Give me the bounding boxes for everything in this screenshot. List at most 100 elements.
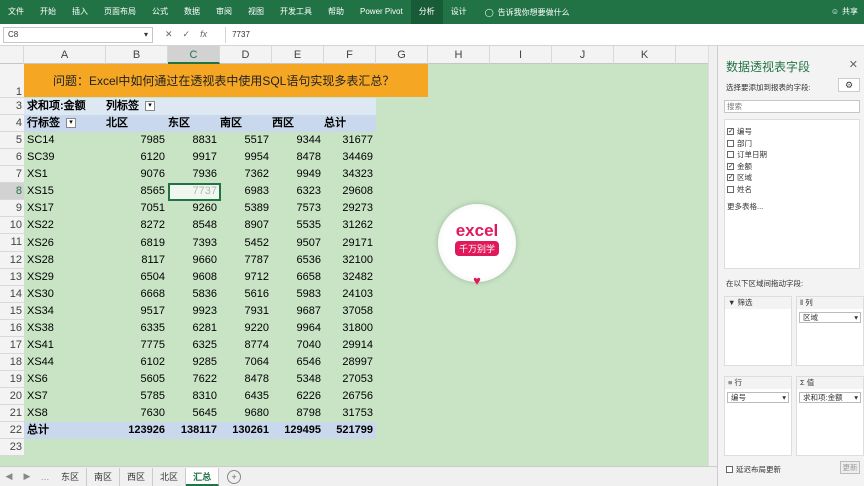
tab-help[interactable]: 帮助 [320, 0, 352, 24]
row-item-label[interactable]: XS1 [24, 166, 106, 183]
field-item[interactable]: ✓ 区域 [727, 172, 859, 184]
defer-update-option[interactable]: 延迟布局更新 [726, 464, 781, 475]
sheet-tab-west[interactable]: 西区 [120, 467, 154, 486]
tab-design[interactable]: 设计 [443, 0, 475, 24]
value-cell[interactable]: 9285 [168, 354, 220, 371]
row-header[interactable]: 15 [0, 302, 24, 320]
share-button[interactable]: ☺ 共享 [831, 0, 858, 24]
value-cell[interactable]: 5517 [220, 132, 272, 149]
row-header[interactable]: 23 [0, 439, 24, 457]
row-field-chip[interactable]: 编号 ▾ [727, 392, 789, 403]
function-icon[interactable]: fx [200, 29, 207, 40]
prev-sheet-icon[interactable]: ◀ [0, 471, 18, 482]
value-cell[interactable]: 9344 [272, 132, 324, 149]
row-item-label[interactable]: XS15 [24, 183, 106, 200]
row-header[interactable]: 9 [0, 200, 24, 218]
columns-area[interactable]: ‖ 列区域 ▾ [796, 296, 864, 366]
value-cell[interactable]: 9917 [168, 149, 220, 166]
tab-page-layout[interactable]: 页面布局 [96, 0, 144, 24]
value-cell[interactable]: 32100 [324, 252, 376, 269]
value-cell[interactable]: 5348 [272, 371, 324, 388]
confirm-icon[interactable]: ✓ [183, 29, 191, 40]
gear-icon[interactable]: ⚙ [838, 78, 860, 92]
column-header[interactable]: H [428, 46, 490, 64]
row-item-label[interactable]: XS28 [24, 252, 106, 269]
worksheet-grid[interactable]: A B C D E F G H I J K 123456789101112131… [0, 46, 708, 466]
value-cell[interactable]: 6504 [106, 269, 168, 286]
value-cell[interactable]: 9687 [272, 303, 324, 320]
column-label-cell[interactable]: 列标签 ▾ [106, 98, 168, 115]
values-area[interactable]: Σ 值求和项:金额 ▾ [796, 376, 864, 456]
row-label-cell[interactable]: 行标签 ▾ [24, 115, 106, 132]
row-item-label[interactable]: XS30 [24, 286, 106, 303]
value-cell[interactable]: 8478 [272, 149, 324, 166]
row-item-label[interactable]: XS17 [24, 200, 106, 217]
row-header[interactable]: 18 [0, 353, 24, 371]
row-header[interactable]: 10 [0, 217, 24, 235]
column-header-cell[interactable]: 南区 [220, 115, 272, 132]
field-checkbox[interactable]: ✓ [727, 128, 734, 136]
value-cell[interactable]: 6335 [106, 320, 168, 337]
value-cell[interactable]: 5645 [168, 405, 220, 422]
row-header[interactable]: 5 [0, 132, 24, 150]
row-item-label[interactable]: XS8 [24, 405, 106, 422]
select-all-corner[interactable] [0, 46, 24, 64]
value-cell[interactable]: 7936 [168, 166, 220, 183]
value-cell[interactable]: 28997 [324, 354, 376, 371]
column-header[interactable]: D [220, 46, 272, 64]
sheet-tab-north[interactable]: 北区 [153, 467, 187, 486]
value-cell[interactable]: 8117 [106, 252, 168, 269]
value-cell[interactable]: 7040 [272, 337, 324, 354]
value-cell[interactable]: 9923 [168, 303, 220, 320]
more-tables-link[interactable]: 更多表格... [727, 201, 859, 212]
grand-total-value[interactable]: 130261 [220, 422, 272, 439]
column-header-cell[interactable]: 西区 [272, 115, 324, 132]
row-header[interactable]: 1 [0, 64, 24, 99]
value-cell[interactable]: 6536 [272, 252, 324, 269]
value-cell[interactable]: 7787 [220, 252, 272, 269]
value-cell[interactable]: 7362 [220, 166, 272, 183]
column-header[interactable]: F [324, 46, 376, 64]
rows-area[interactable]: ≡ 行编号 ▾ [724, 376, 792, 456]
value-cell[interactable]: 29914 [324, 337, 376, 354]
update-button[interactable]: 更新 [840, 461, 860, 474]
value-cell[interactable]: 5983 [272, 286, 324, 303]
column-header[interactable]: K [614, 46, 676, 64]
defer-checkbox[interactable] [726, 466, 733, 473]
row-item-label[interactable]: XS34 [24, 303, 106, 320]
value-cell[interactable]: 6323 [272, 183, 324, 200]
row-item-label[interactable]: XS22 [24, 217, 106, 234]
value-cell[interactable]: 6658 [272, 269, 324, 286]
row-header[interactable]: 13 [0, 268, 24, 286]
tab-home[interactable]: 开始 [32, 0, 64, 24]
value-cell[interactable]: 8774 [220, 337, 272, 354]
row-header[interactable]: 16 [0, 319, 24, 337]
value-cell[interactable]: 7064 [220, 354, 272, 371]
grand-total-value[interactable]: 521799 [324, 422, 376, 439]
column-header-cell[interactable]: 东区 [168, 115, 220, 132]
value-cell[interactable]: 7985 [106, 132, 168, 149]
field-item[interactable]: ✓ 编号 [727, 126, 859, 138]
value-cell[interactable]: 31753 [324, 405, 376, 422]
value-cell[interactable]: 7393 [168, 235, 220, 252]
column-header[interactable]: G [376, 46, 428, 64]
value-cell[interactable]: 7573 [272, 200, 324, 217]
column-header[interactable]: J [552, 46, 614, 64]
value-cell[interactable]: 31262 [324, 217, 376, 234]
field-item[interactable]: ✓ 金额 [727, 161, 859, 173]
value-cell[interactable]: 6325 [168, 337, 220, 354]
field-checkbox[interactable] [727, 151, 734, 159]
filter-dropdown-icon[interactable]: ▾ [145, 101, 155, 112]
value-cell[interactable]: 8272 [106, 217, 168, 234]
value-cell[interactable]: 32482 [324, 269, 376, 286]
value-cell[interactable]: 34323 [324, 166, 376, 183]
value-cell[interactable]: 9964 [272, 320, 324, 337]
column-header[interactable]: I [490, 46, 552, 64]
row-item-label[interactable]: SC39 [24, 149, 106, 166]
value-cell[interactable]: 34469 [324, 149, 376, 166]
column-header[interactable]: A [24, 46, 106, 64]
row-item-label[interactable]: XS38 [24, 320, 106, 337]
row-header[interactable]: 19 [0, 370, 24, 388]
value-cell[interactable]: 8478 [220, 371, 272, 388]
value-cell[interactable]: 6435 [220, 388, 272, 405]
